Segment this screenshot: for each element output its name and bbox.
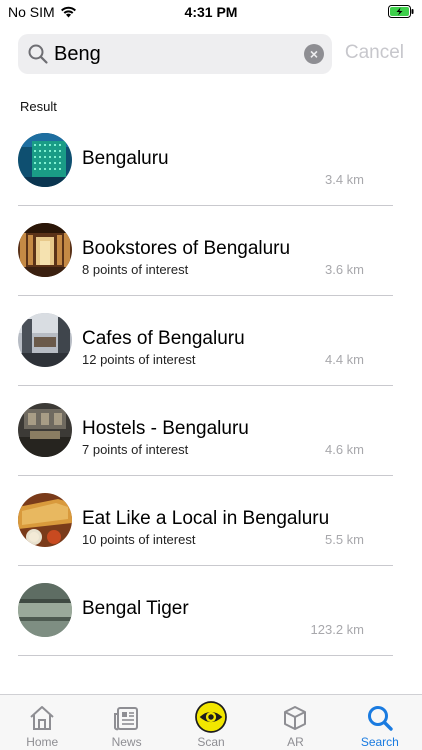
result-row[interactable]: Bookstores of Bengaluru 8 points of inte… [0,210,422,300]
magnifier-icon [28,44,48,64]
cancel-button[interactable]: Cancel [345,42,404,64]
ar-cube-icon [284,706,307,730]
result-distance: 5.5 km [324,532,364,547]
result-distance: 123.2 km [310,622,364,637]
result-title: Cafes of Bengaluru [82,328,245,349]
status-bar: No SIM 4:31 PM [0,0,422,26]
tab-scan[interactable]: Scan [169,695,253,750]
thumbnail-cafe [18,313,72,367]
divider [18,565,393,566]
tab-label: Search [360,735,399,749]
clear-search-button[interactable]: × [304,44,324,64]
result-subtitle: 10 points of interest [82,532,196,547]
section-label-result: Result [20,99,57,114]
search-input[interactable] [54,39,298,69]
thumbnail-tiger [18,583,72,637]
result-subtitle: 12 points of interest [82,352,196,367]
thumbnail-hostel [18,403,72,457]
tab-home[interactable]: Home [0,695,84,750]
result-row[interactable]: Eat Like a Local in Bengaluru 10 points … [0,480,422,570]
divider [18,475,393,476]
result-distance: 4.4 km [324,352,364,367]
tab-label: Home [26,735,59,749]
tab-label: AR [287,735,304,749]
result-title: Hostels - Bengaluru [82,418,249,439]
result-title: Eat Like a Local in Bengaluru [82,508,330,529]
divider [18,385,393,386]
result-distance: 4.6 km [324,442,364,457]
divider [18,205,393,206]
news-icon [113,707,138,731]
thumbnail-city-night [18,133,72,187]
search-icon [367,706,393,731]
result-row[interactable]: Cafes of Bengaluru 12 points of interest… [0,300,422,390]
result-distance: 3.6 km [324,262,364,277]
thumbnail-food [18,493,72,547]
result-row[interactable]: Bengal Tiger 123.2 km [0,570,422,660]
tab-search[interactable]: Search [338,695,422,750]
thumbnail-bookstore [18,223,72,277]
tab-news[interactable]: News [84,695,168,750]
tab-label: Scan [197,735,225,749]
tab-label: News [111,735,142,749]
clock: 4:31 PM [184,4,238,20]
tab-bar: Home News Scan AR Search [0,694,422,750]
divider [18,655,393,656]
battery-charging-icon [388,5,414,18]
result-title: Bookstores of Bengaluru [82,238,291,259]
result-subtitle: 7 points of interest [82,442,189,457]
result-row[interactable]: Bengaluru 3.4 km [0,120,422,210]
search-bar: × Cancel [18,34,408,74]
tab-ar[interactable]: AR [253,695,337,750]
search-field-container[interactable]: × [18,34,332,74]
divider [18,295,393,296]
home-icon [30,706,54,730]
result-row[interactable]: Hostels - Bengaluru 7 points of interest… [0,390,422,480]
result-subtitle: 8 points of interest [82,262,189,277]
results-list: Bengaluru 3.4 km Bookstores of Bengaluru… [0,120,422,660]
scan-eye-icon [195,701,227,733]
result-title: Bengaluru [82,148,169,169]
result-distance: 3.4 km [324,172,364,187]
result-title: Bengal Tiger [82,598,189,619]
